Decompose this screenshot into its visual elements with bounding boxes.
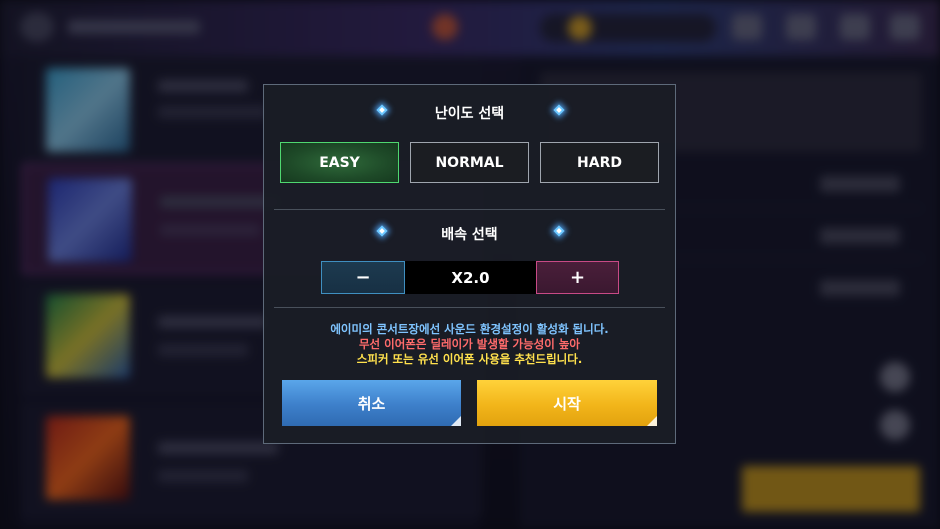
difficulty-speed-dialog: 난이도 선택 EASY NORMAL HARD 배속 선택 − X2.0 + 에… xyxy=(263,84,676,444)
corner-accent xyxy=(647,416,657,426)
difficulty-normal-button[interactable]: NORMAL xyxy=(410,142,529,183)
speed-increase-button[interactable]: + xyxy=(536,261,619,294)
difficulty-hard-button[interactable]: HARD xyxy=(540,142,659,183)
notice-line-sound: 에이미의 콘서트장에선 사운드 환경설정이 활성화 됩니다. xyxy=(330,322,609,336)
difficulty-title: 난이도 선택 xyxy=(434,106,505,122)
section-divider xyxy=(274,307,665,308)
start-button-label: 시작 xyxy=(553,394,581,413)
start-button[interactable]: 시작 xyxy=(477,380,657,426)
speed-decrease-button[interactable]: − xyxy=(321,261,405,294)
cancel-button[interactable]: 취소 xyxy=(282,380,461,426)
notice-line-wireless-warning: 무선 이어폰은 딜레이가 발생할 가능성이 높아 xyxy=(358,337,581,351)
speed-value-display: X2.0 xyxy=(405,261,536,294)
sparkle-icon xyxy=(553,225,565,237)
cancel-button-label: 취소 xyxy=(357,394,386,413)
corner-accent xyxy=(451,416,461,426)
speed-title: 배속 선택 xyxy=(441,227,498,243)
section-divider xyxy=(274,209,665,210)
sparkle-icon xyxy=(553,104,565,116)
notice-line-recommendation: 스피커 또는 유선 이어폰 사용을 추천드립니다. xyxy=(356,352,583,366)
difficulty-easy-button[interactable]: EASY xyxy=(280,142,399,183)
